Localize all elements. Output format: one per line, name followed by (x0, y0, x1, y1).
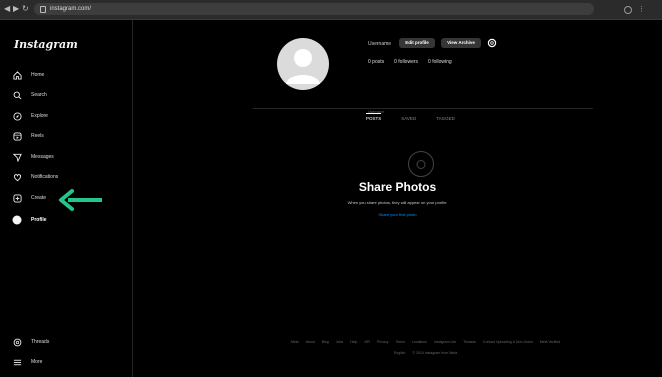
footer-links: Meta About Blog Jobs Help API Privacy Te… (253, 340, 598, 344)
plus-square-icon (12, 193, 22, 203)
edit-profile-button[interactable]: Edit profile (399, 38, 435, 48)
footer-link[interactable]: Help (350, 340, 357, 344)
sidebar-item-explore[interactable]: Explore (12, 108, 48, 124)
footer-link[interactable]: About (306, 340, 315, 344)
reels-icon (12, 131, 22, 141)
share-first-photo-link[interactable]: Share your first photo (133, 212, 662, 217)
sidebar-item-create[interactable]: Create (12, 190, 46, 206)
footer-link[interactable]: Privacy (377, 340, 388, 344)
footer-link[interactable]: Jobs (336, 340, 343, 344)
default-avatar-icon (286, 49, 320, 84)
browser-toolbar: ◀ ▶ ↻ instagram.com/ ⋮ (0, 0, 662, 20)
language-selector[interactable]: English (394, 351, 405, 355)
copyright: © 2024 Instagram from Meta (412, 351, 458, 355)
profile-avatar[interactable] (277, 38, 329, 90)
sidebar-item-label: Home (31, 72, 45, 78)
following-count[interactable]: 0 following (428, 59, 452, 65)
menu-icon (12, 357, 22, 367)
footer-link[interactable]: Meta Verified (540, 340, 560, 344)
heart-icon (12, 172, 22, 182)
footer-link[interactable]: Instagram Lite (434, 340, 456, 344)
sidebar-item-notifications[interactable]: Notifications (12, 169, 58, 185)
sidebar-item-home[interactable]: Home (12, 67, 44, 83)
tab-posts[interactable]: POSTS (366, 113, 382, 121)
arrow-left-icon (59, 189, 102, 211)
home-icon (12, 70, 22, 80)
profile-username: Username (368, 41, 392, 47)
sidebar-item-label: Create (31, 195, 47, 201)
tab-saved[interactable]: SAVED (401, 116, 416, 121)
footer-link[interactable]: Locations (412, 340, 427, 344)
sidebar-item-search[interactable]: Search (12, 87, 47, 103)
sidebar-item-reels[interactable]: Reels (12, 128, 44, 144)
reload-icon[interactable]: ↻ (22, 3, 29, 15)
sidebar-item-label: Search (31, 92, 47, 98)
sidebar-item-label: Messages (31, 154, 54, 160)
sidebar-item-label: Reels (31, 133, 44, 139)
lock-icon (40, 6, 46, 13)
footer-link[interactable]: Terms (395, 340, 405, 344)
sidebar-item-messages[interactable]: Messages (12, 149, 54, 165)
camera-icon (408, 151, 434, 177)
divider (253, 108, 593, 109)
footer-link[interactable]: API (364, 340, 370, 344)
forward-icon[interactable]: ▶ (13, 3, 19, 15)
address-text: instagram.com/ (50, 6, 92, 12)
account-icon[interactable] (624, 6, 632, 14)
sidebar-item-label: Profile (31, 217, 47, 223)
followers-count[interactable]: 0 followers (394, 59, 418, 65)
address-bar[interactable]: instagram.com/ (34, 3, 594, 15)
footer-link[interactable]: Contact Uploading & Non-Users (483, 340, 533, 344)
sidebar-item-label: Threads (31, 339, 50, 345)
footer-meta: English © 2024 Instagram from Meta (253, 351, 598, 355)
kebab-menu-icon[interactable]: ⋮ (638, 5, 645, 13)
profile-stats: 0 posts 0 followers 0 following (368, 59, 452, 65)
sidebar-item-profile[interactable]: Profile (12, 212, 47, 228)
sidebar-item-more[interactable]: More (12, 354, 42, 370)
profile-main: Username Edit profile View Archive 0 pos… (133, 20, 662, 377)
sidebar-item-threads[interactable]: Threads (12, 334, 49, 350)
empty-state-subtitle: When you share photos, they will appear … (347, 200, 448, 205)
posts-count[interactable]: 0 posts (368, 59, 384, 65)
view-archive-button[interactable]: View Archive (441, 38, 481, 48)
threads-icon (12, 337, 22, 347)
sidebar-item-label: More (31, 359, 43, 365)
search-icon (12, 90, 22, 100)
compass-icon (12, 111, 22, 121)
back-icon[interactable]: ◀ (4, 3, 10, 15)
footer-link[interactable]: Meta (291, 340, 299, 344)
messenger-icon (12, 152, 22, 162)
tab-tagged[interactable]: TAGGED (436, 116, 455, 121)
gear-icon[interactable] (487, 38, 497, 48)
empty-state-title: Share Photos (358, 180, 437, 194)
sidebar-item-label: Explore (31, 113, 48, 119)
avatar-icon (12, 215, 22, 225)
sidebar-item-label: Notifications (31, 174, 59, 180)
instagram-logo[interactable]: Instagram (14, 38, 78, 51)
footer-link[interactable]: Threads (463, 340, 476, 344)
footer-link[interactable]: Blog (322, 340, 329, 344)
profile-tabs: POSTS SAVED TAGGED (366, 113, 455, 121)
